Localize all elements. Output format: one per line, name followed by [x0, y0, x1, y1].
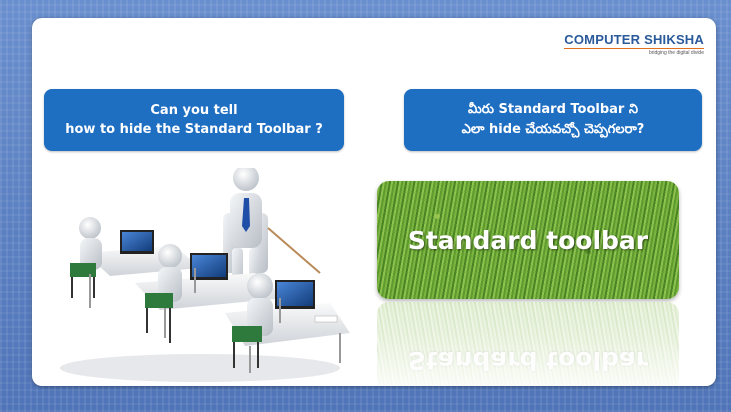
standard-toolbar-grass-image: Standard toolbar: [377, 181, 679, 299]
classroom-computers-illustration: [60, 168, 350, 382]
grass-image-reflection: Standard toolbar: [377, 302, 679, 386]
computer-shiksha-logo: COMPUTER SHIKSHA bridging the digital di…: [564, 32, 704, 56]
question-english-line1: Can you tell: [150, 103, 238, 118]
question-english-box: Can you tell how to hide the Standard To…: [44, 89, 344, 151]
question-telugu-line1: మీరు Standard Toolbar ని: [467, 102, 638, 117]
question-telugu-box: మీరు Standard Toolbar ని ఎలా hide చేయవచ్…: [404, 89, 702, 151]
slide-panel: COMPUTER SHIKSHA bridging the digital di…: [32, 18, 716, 386]
logo-name: COMPUTER SHIKSHA: [564, 32, 704, 47]
question-english-line2: how to hide the Standard Toolbar ?: [65, 122, 323, 137]
teacher-figure: [223, 168, 321, 288]
grass-image-title: Standard toolbar: [407, 225, 649, 255]
reflection-fade: [377, 302, 679, 386]
question-telugu-line2: ఎలా hide చేయవచ్చో చెప్పగలరా?: [461, 122, 645, 137]
logo-tagline: bridging the digital divide: [564, 48, 704, 56]
